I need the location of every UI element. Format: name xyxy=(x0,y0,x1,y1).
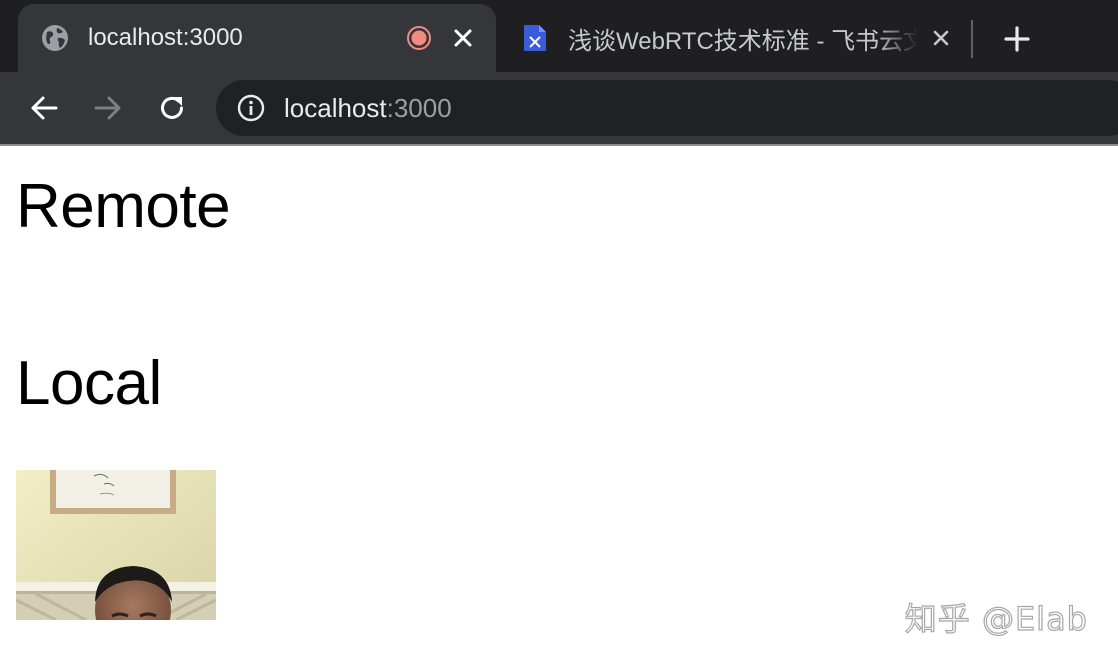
arrow-left-icon xyxy=(31,96,58,120)
back-button[interactable] xyxy=(24,90,64,126)
plus-icon xyxy=(1004,26,1030,52)
tab-separator xyxy=(971,20,973,58)
webcam-feed-image xyxy=(16,470,216,620)
tab-feishu-doc[interactable]: 浅谈WebRTC技术标准 - 飞书云文档 xyxy=(502,4,962,72)
reload-button[interactable] xyxy=(152,90,192,126)
info-icon[interactable] xyxy=(236,93,266,123)
url-text[interactable]: localhost:3000 xyxy=(284,93,452,124)
address-bar[interactable]: localhost:3000 xyxy=(216,80,1118,136)
globe-icon xyxy=(40,23,70,53)
new-tab-button[interactable] xyxy=(996,20,1038,58)
navigation-toolbar: localhost:3000 xyxy=(0,72,1118,144)
local-heading: Local xyxy=(16,349,162,418)
close-tab-icon[interactable] xyxy=(448,23,478,53)
url-port: :3000 xyxy=(386,92,452,123)
arrow-right-icon xyxy=(94,96,121,120)
recording-icon xyxy=(406,25,432,51)
tab-strip: localhost:3000 浅谈WebRTC技术标准 - 飞书云文档 xyxy=(0,0,1118,72)
tab-localhost[interactable]: localhost:3000 xyxy=(18,4,496,72)
browser-window: localhost:3000 浅谈WebRTC技术标准 - 飞书云文档 loca… xyxy=(0,0,1118,666)
tab-title: 浅谈WebRTC技术标准 - 飞书云文档 xyxy=(568,27,918,55)
page-content: Remote Local 知乎 @Elab xyxy=(0,146,1118,666)
close-tab-icon[interactable] xyxy=(926,23,956,53)
local-video xyxy=(16,470,216,620)
tab-title: localhost:3000 xyxy=(88,24,243,51)
browser-chrome: localhost:3000 浅谈WebRTC技术标准 - 飞书云文档 loca… xyxy=(0,0,1118,146)
reload-icon xyxy=(161,96,183,119)
forward-button[interactable] xyxy=(88,90,128,126)
feishu-doc-icon xyxy=(520,23,550,53)
url-host: localhost xyxy=(284,92,387,123)
watermark: 知乎 @Elab xyxy=(904,599,1088,638)
remote-heading: Remote xyxy=(16,172,231,241)
